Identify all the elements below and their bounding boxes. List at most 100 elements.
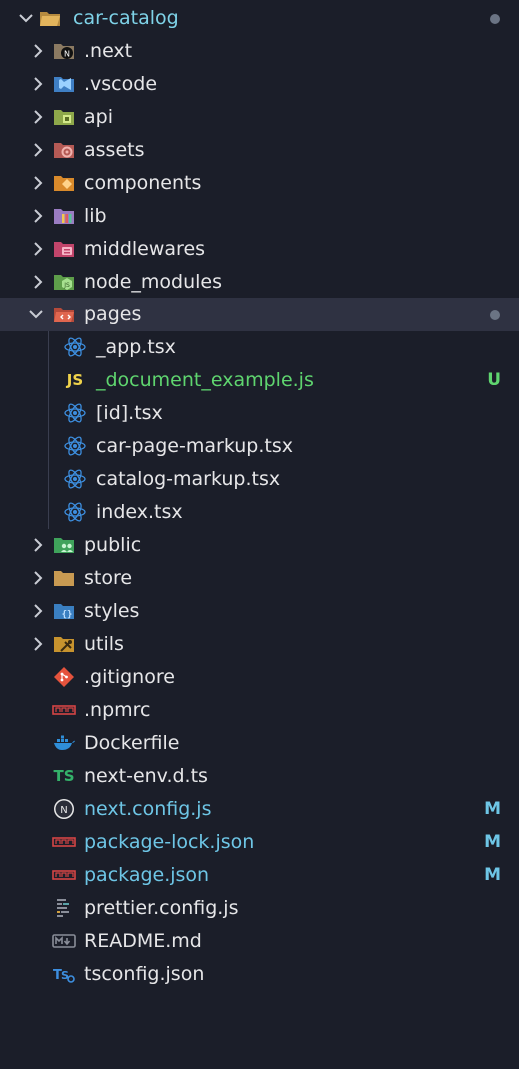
tsconfig-icon: TS — [52, 962, 76, 986]
tree-file-gitignore[interactable]: .gitignore — [0, 661, 519, 694]
react-icon — [63, 467, 87, 491]
views-folder-open-icon — [52, 302, 76, 326]
react-icon — [63, 500, 87, 524]
chevron-right-icon[interactable] — [26, 39, 50, 63]
folder-label: middlewares — [84, 238, 206, 260]
npm-icon — [52, 698, 76, 722]
chevron-right-icon[interactable] — [26, 237, 50, 261]
npm-icon — [52, 830, 76, 854]
components-folder-icon — [52, 171, 76, 195]
tree-folder-next[interactable]: N .next — [0, 35, 519, 68]
chevron-right-icon[interactable] — [26, 270, 50, 294]
tree-file-tsconfig-json[interactable]: TS tsconfig.json — [0, 958, 519, 991]
folder-label: utils — [84, 633, 124, 655]
chevron-right-icon[interactable] — [26, 533, 50, 557]
tree-file-next-env-dts[interactable]: TS next-env.d.ts — [0, 760, 519, 793]
folder-label: assets — [84, 139, 145, 161]
folder-label: store — [84, 567, 133, 589]
nextjs-icon: N — [52, 797, 76, 821]
tree-folder-components[interactable]: components — [0, 167, 519, 200]
tree-folder-pages[interactable]: pages — [0, 298, 519, 331]
javascript-icon: JS — [66, 371, 84, 389]
tree-file-readme-md[interactable]: README.md — [0, 925, 519, 958]
chevron-right-icon[interactable] — [26, 171, 50, 195]
typescript-icon: TS — [53, 767, 75, 785]
styles-folder-icon: {} — [52, 599, 76, 623]
chevron-right-icon[interactable] — [26, 204, 50, 228]
tree-file-prettier-config[interactable]: prettier.config.js — [0, 892, 519, 925]
file-label: .npmrc — [84, 699, 151, 721]
chevron-right-icon[interactable] — [26, 566, 50, 590]
folder-label: api — [84, 106, 113, 128]
folder-icon — [52, 566, 76, 590]
folder-label: .next — [84, 40, 133, 62]
changes-dot-badge — [490, 14, 500, 24]
tree-folder-assets[interactable]: assets — [0, 134, 519, 167]
git-icon — [52, 665, 76, 689]
svg-text:N: N — [60, 805, 67, 816]
file-label: Dockerfile — [84, 732, 180, 754]
file-label: [id].tsx — [96, 402, 163, 424]
git-status-untracked: U — [487, 370, 501, 390]
chevron-down-icon[interactable] — [24, 302, 48, 326]
tree-file-dockerfile[interactable]: Dockerfile — [0, 727, 519, 760]
tree-folder-vscode[interactable]: .vscode — [0, 68, 519, 101]
file-label: next-env.d.ts — [84, 765, 208, 787]
svg-text:JS: JS — [63, 282, 70, 289]
tree-folder-node-modules[interactable]: JS node_modules — [0, 266, 519, 299]
file-label: _document_example.js — [96, 369, 314, 391]
file-label: README.md — [84, 930, 202, 952]
tree-folder-lib[interactable]: lib — [0, 200, 519, 233]
tree-file-car-page-markup[interactable]: car-page-markup.tsx — [0, 430, 519, 463]
tree-folder-styles[interactable]: {} styles — [0, 595, 519, 628]
folder-open-icon — [38, 6, 62, 30]
tree-root-car-catalog[interactable]: car-catalog — [0, 2, 519, 35]
tree-file-index-tsx[interactable]: index.tsx — [0, 496, 519, 529]
git-status-modified: M — [484, 832, 501, 852]
node-folder-icon: JS — [52, 270, 76, 294]
tree-file-next-config-js[interactable]: N next.config.js M — [0, 793, 519, 826]
react-icon — [63, 335, 87, 359]
file-label: index.tsx — [96, 501, 183, 523]
folder-label: styles — [84, 600, 140, 622]
tree-folder-public[interactable]: public — [0, 529, 519, 562]
tree-folder-utils[interactable]: utils — [0, 628, 519, 661]
file-label: _app.tsx — [96, 336, 176, 358]
middleware-folder-icon — [52, 237, 76, 261]
tree-folder-api[interactable]: api — [0, 101, 519, 134]
chevron-right-icon[interactable] — [26, 599, 50, 623]
svg-text:N: N — [64, 50, 70, 59]
tree-file-npmrc[interactable]: .npmrc — [0, 694, 519, 727]
tree-file-app-tsx[interactable]: _app.tsx — [0, 331, 519, 364]
assets-folder-icon — [52, 138, 76, 162]
tree-file-catalog-markup[interactable]: catalog-markup.tsx — [0, 463, 519, 496]
react-icon — [63, 434, 87, 458]
lib-folder-icon — [52, 204, 76, 228]
chevron-right-icon[interactable] — [26, 138, 50, 162]
chevron-right-icon[interactable] — [26, 632, 50, 656]
changes-dot-badge — [490, 310, 500, 320]
folder-label: pages — [84, 303, 142, 325]
tree-root-label: car-catalog — [73, 7, 179, 29]
file-label: next.config.js — [84, 798, 212, 820]
file-label: .gitignore — [84, 666, 175, 688]
react-icon — [63, 401, 87, 425]
tree-file-package-json[interactable]: package.json M — [0, 859, 519, 892]
file-label: package.json — [84, 864, 210, 886]
chevron-right-icon[interactable] — [26, 72, 50, 96]
utils-folder-icon — [52, 632, 76, 656]
chevron-down-icon[interactable] — [14, 6, 38, 30]
folder-label: node_modules — [84, 271, 223, 293]
chevron-right-icon[interactable] — [26, 105, 50, 129]
tree-file-document-example-js[interactable]: JS _document_example.js U — [0, 364, 519, 397]
tree-file-id-tsx[interactable]: [id].tsx — [0, 397, 519, 430]
folder-label: .vscode — [84, 73, 158, 95]
public-folder-icon — [52, 533, 76, 557]
tree-folder-store[interactable]: store — [0, 562, 519, 595]
git-status-modified: M — [484, 799, 501, 819]
folder-label: components — [84, 172, 202, 194]
git-status-modified: M — [484, 865, 501, 885]
tree-file-package-lock-json[interactable]: package-lock.json M — [0, 826, 519, 859]
docker-icon — [52, 731, 76, 755]
tree-folder-middlewares[interactable]: middlewares — [0, 233, 519, 266]
